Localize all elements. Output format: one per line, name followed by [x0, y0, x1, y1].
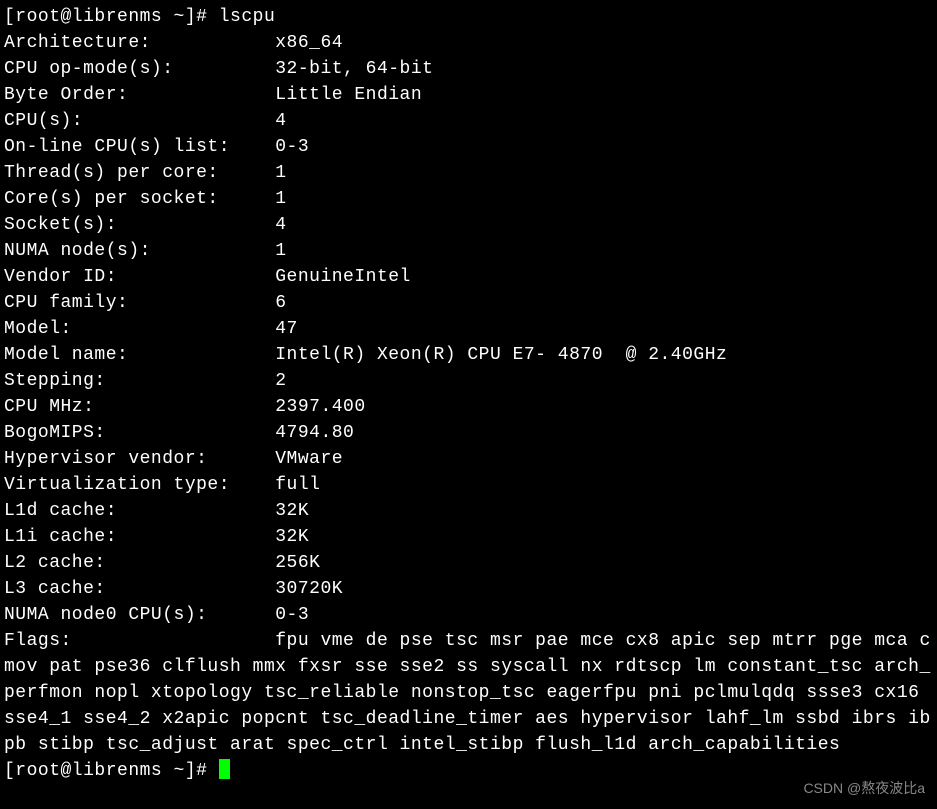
- output-row: Hypervisor vendor: VMware: [4, 446, 933, 472]
- output-row: Model: 47: [4, 316, 933, 342]
- output-row: CPU(s): 4: [4, 108, 933, 134]
- prompt: [root@librenms ~]#: [4, 7, 219, 27]
- output-row: Stepping: 2: [4, 368, 933, 394]
- output-row: Architecture: x86_64: [4, 30, 933, 56]
- output-row: L1d cache: 32K: [4, 498, 933, 524]
- cursor: [219, 759, 230, 779]
- command-line-2: [root@librenms ~]#: [4, 758, 933, 784]
- watermark: CSDN @熬夜波比a: [803, 775, 925, 801]
- output-row: Byte Order: Little Endian: [4, 82, 933, 108]
- output-row: L2 cache: 256K: [4, 550, 933, 576]
- output-row: Vendor ID: GenuineIntel: [4, 264, 933, 290]
- output-row: On-line CPU(s) list: 0-3: [4, 134, 933, 160]
- output-row: L3 cache: 30720K: [4, 576, 933, 602]
- output-row: Thread(s) per core: 1: [4, 160, 933, 186]
- output-row: Model name: Intel(R) Xeon(R) CPU E7- 487…: [4, 342, 933, 368]
- terminal[interactable]: [root@librenms ~]# lscpu Architecture: x…: [4, 4, 933, 784]
- output-row: CPU MHz: 2397.400: [4, 394, 933, 420]
- output-row: Core(s) per socket: 1: [4, 186, 933, 212]
- prompt: [root@librenms ~]#: [4, 761, 219, 781]
- output-row: NUMA node(s): 1: [4, 238, 933, 264]
- output-row: Virtualization type: full: [4, 472, 933, 498]
- output-row: NUMA node0 CPU(s): 0-3: [4, 602, 933, 628]
- command-text: lscpu: [219, 7, 276, 27]
- output-row: CPU op-mode(s): 32-bit, 64-bit: [4, 56, 933, 82]
- output-row: BogoMIPS: 4794.80: [4, 420, 933, 446]
- lscpu-output: Architecture: x86_64CPU op-mode(s): 32-b…: [4, 30, 933, 628]
- output-row: Socket(s): 4: [4, 212, 933, 238]
- output-row: CPU family: 6: [4, 290, 933, 316]
- flags-line: Flags: fpu vme de pse tsc msr pae mce cx…: [4, 628, 933, 758]
- command-line: [root@librenms ~]# lscpu: [4, 4, 933, 30]
- output-row: L1i cache: 32K: [4, 524, 933, 550]
